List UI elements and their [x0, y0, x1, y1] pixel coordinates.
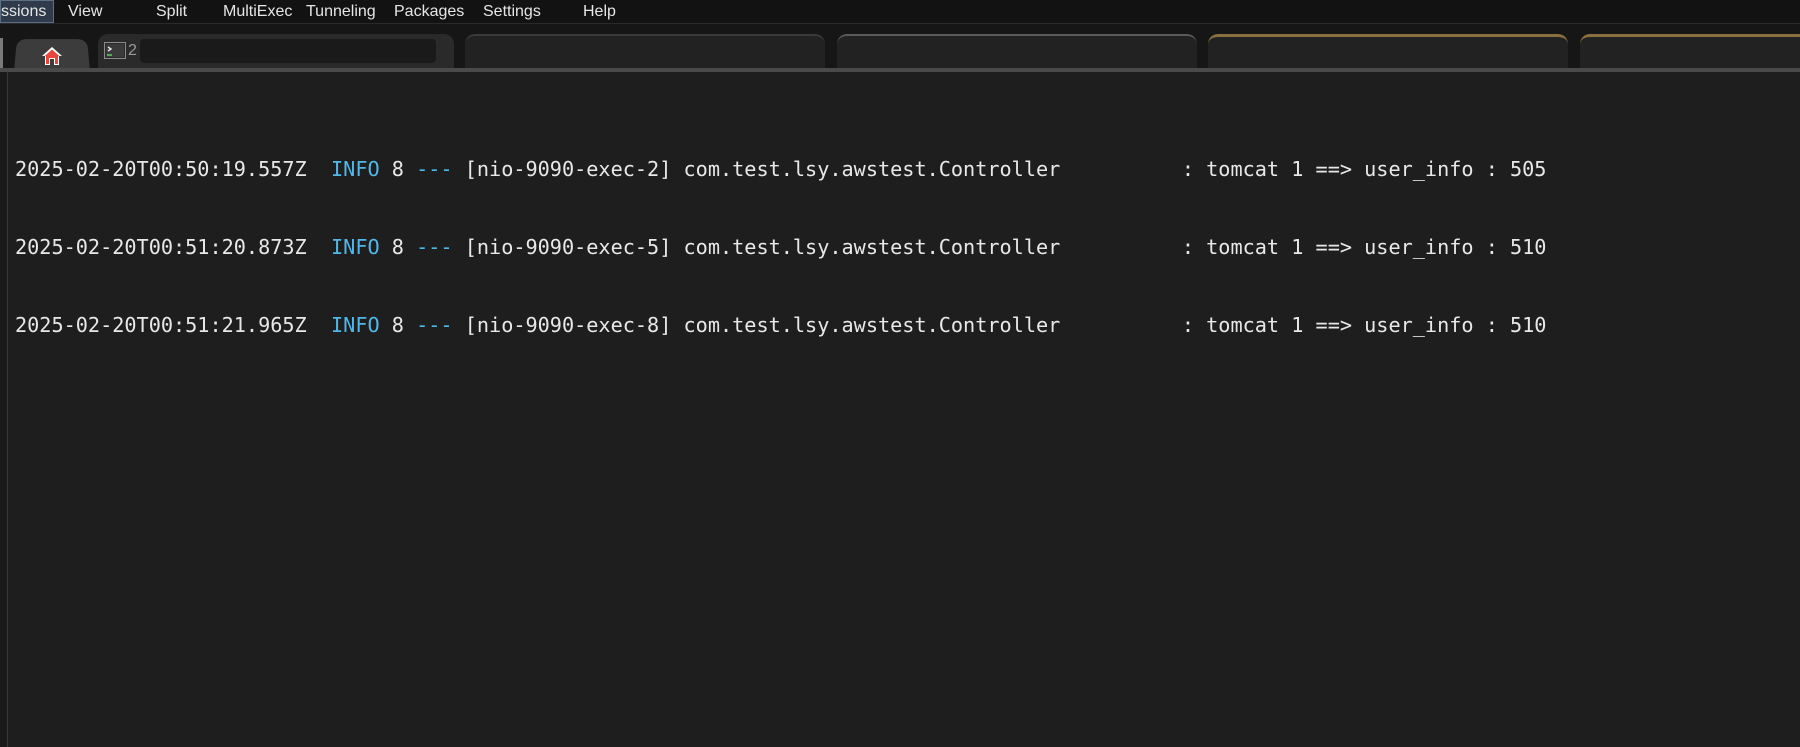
log-timestamp: 2025-02-20T00:50:19.557Z — [15, 157, 307, 181]
home-icon[interactable] — [40, 44, 64, 68]
log-pid: 8 — [391, 313, 404, 337]
terminal-left-border — [0, 72, 8, 747]
session-tab-title-area — [140, 39, 436, 63]
log-separator: --- — [416, 235, 453, 259]
log-logger: com.test.lsy.awstest.Controller — [683, 235, 1061, 259]
log-thread: [nio-9090-exec-8] — [464, 313, 672, 337]
log-line: 2025-02-20T00:51:21.965Z INFO 8 --- [nio… — [15, 312, 1546, 338]
session-tab[interactable]: 2 — [98, 34, 454, 72]
menu-tunneling[interactable]: Tunneling — [306, 0, 376, 24]
log-line: 2025-02-20T00:50:19.557Z INFO 8 --- [nio… — [15, 156, 1546, 182]
log-message: : tomcat 1 ==> user_info : 505 — [1181, 157, 1547, 181]
menu-help[interactable]: Help — [583, 0, 616, 24]
menu-settings[interactable]: Settings — [483, 0, 541, 24]
log-logger: com.test.lsy.awstest.Controller — [683, 313, 1061, 337]
log-timestamp: 2025-02-20T00:51:21.965Z — [15, 313, 307, 337]
log-message: : tomcat 1 ==> user_info : 510 — [1181, 313, 1547, 337]
empty-tab-1[interactable] — [465, 34, 825, 72]
terminal-icon — [104, 42, 126, 59]
session-tab-number: 2 — [128, 42, 137, 59]
log-pid: 8 — [391, 157, 404, 181]
tab-strip-edge — [0, 38, 3, 68]
log-timestamp: 2025-02-20T00:51:20.873Z — [15, 235, 307, 259]
log-level: INFO — [331, 313, 380, 337]
log-separator: --- — [416, 313, 453, 337]
log-pid: 8 — [391, 235, 404, 259]
log-thread: [nio-9090-exec-2] — [464, 157, 672, 181]
empty-tab-2[interactable] — [837, 34, 1197, 72]
log-line: 2025-02-20T00:51:20.873Z INFO 8 --- [nio… — [15, 234, 1546, 260]
menu-bar: ssions View Split MultiExec Tunneling Pa… — [0, 0, 1800, 24]
log-logger: com.test.lsy.awstest.Controller — [683, 157, 1061, 181]
log-level: INFO — [331, 157, 380, 181]
menu-multiexec[interactable]: MultiExec — [223, 0, 292, 24]
empty-tab-4[interactable] — [1580, 34, 1800, 72]
menu-split[interactable]: Split — [156, 0, 187, 24]
log-output: 2025-02-20T00:50:19.557Z INFO 8 --- [nio… — [15, 104, 1546, 390]
empty-tab-3[interactable] — [1208, 34, 1568, 72]
terminal-pane[interactable]: 2025-02-20T00:50:19.557Z INFO 8 --- [nio… — [0, 72, 1800, 747]
log-message: : tomcat 1 ==> user_info : 510 — [1181, 235, 1547, 259]
menu-view[interactable]: View — [68, 0, 102, 24]
tab-strip: 2 — [0, 24, 1800, 72]
menu-sessions[interactable]: ssions — [0, 0, 55, 23]
log-separator: --- — [416, 157, 453, 181]
menu-packages[interactable]: Packages — [394, 0, 464, 24]
log-level: INFO — [331, 235, 380, 259]
log-thread: [nio-9090-exec-5] — [464, 235, 672, 259]
